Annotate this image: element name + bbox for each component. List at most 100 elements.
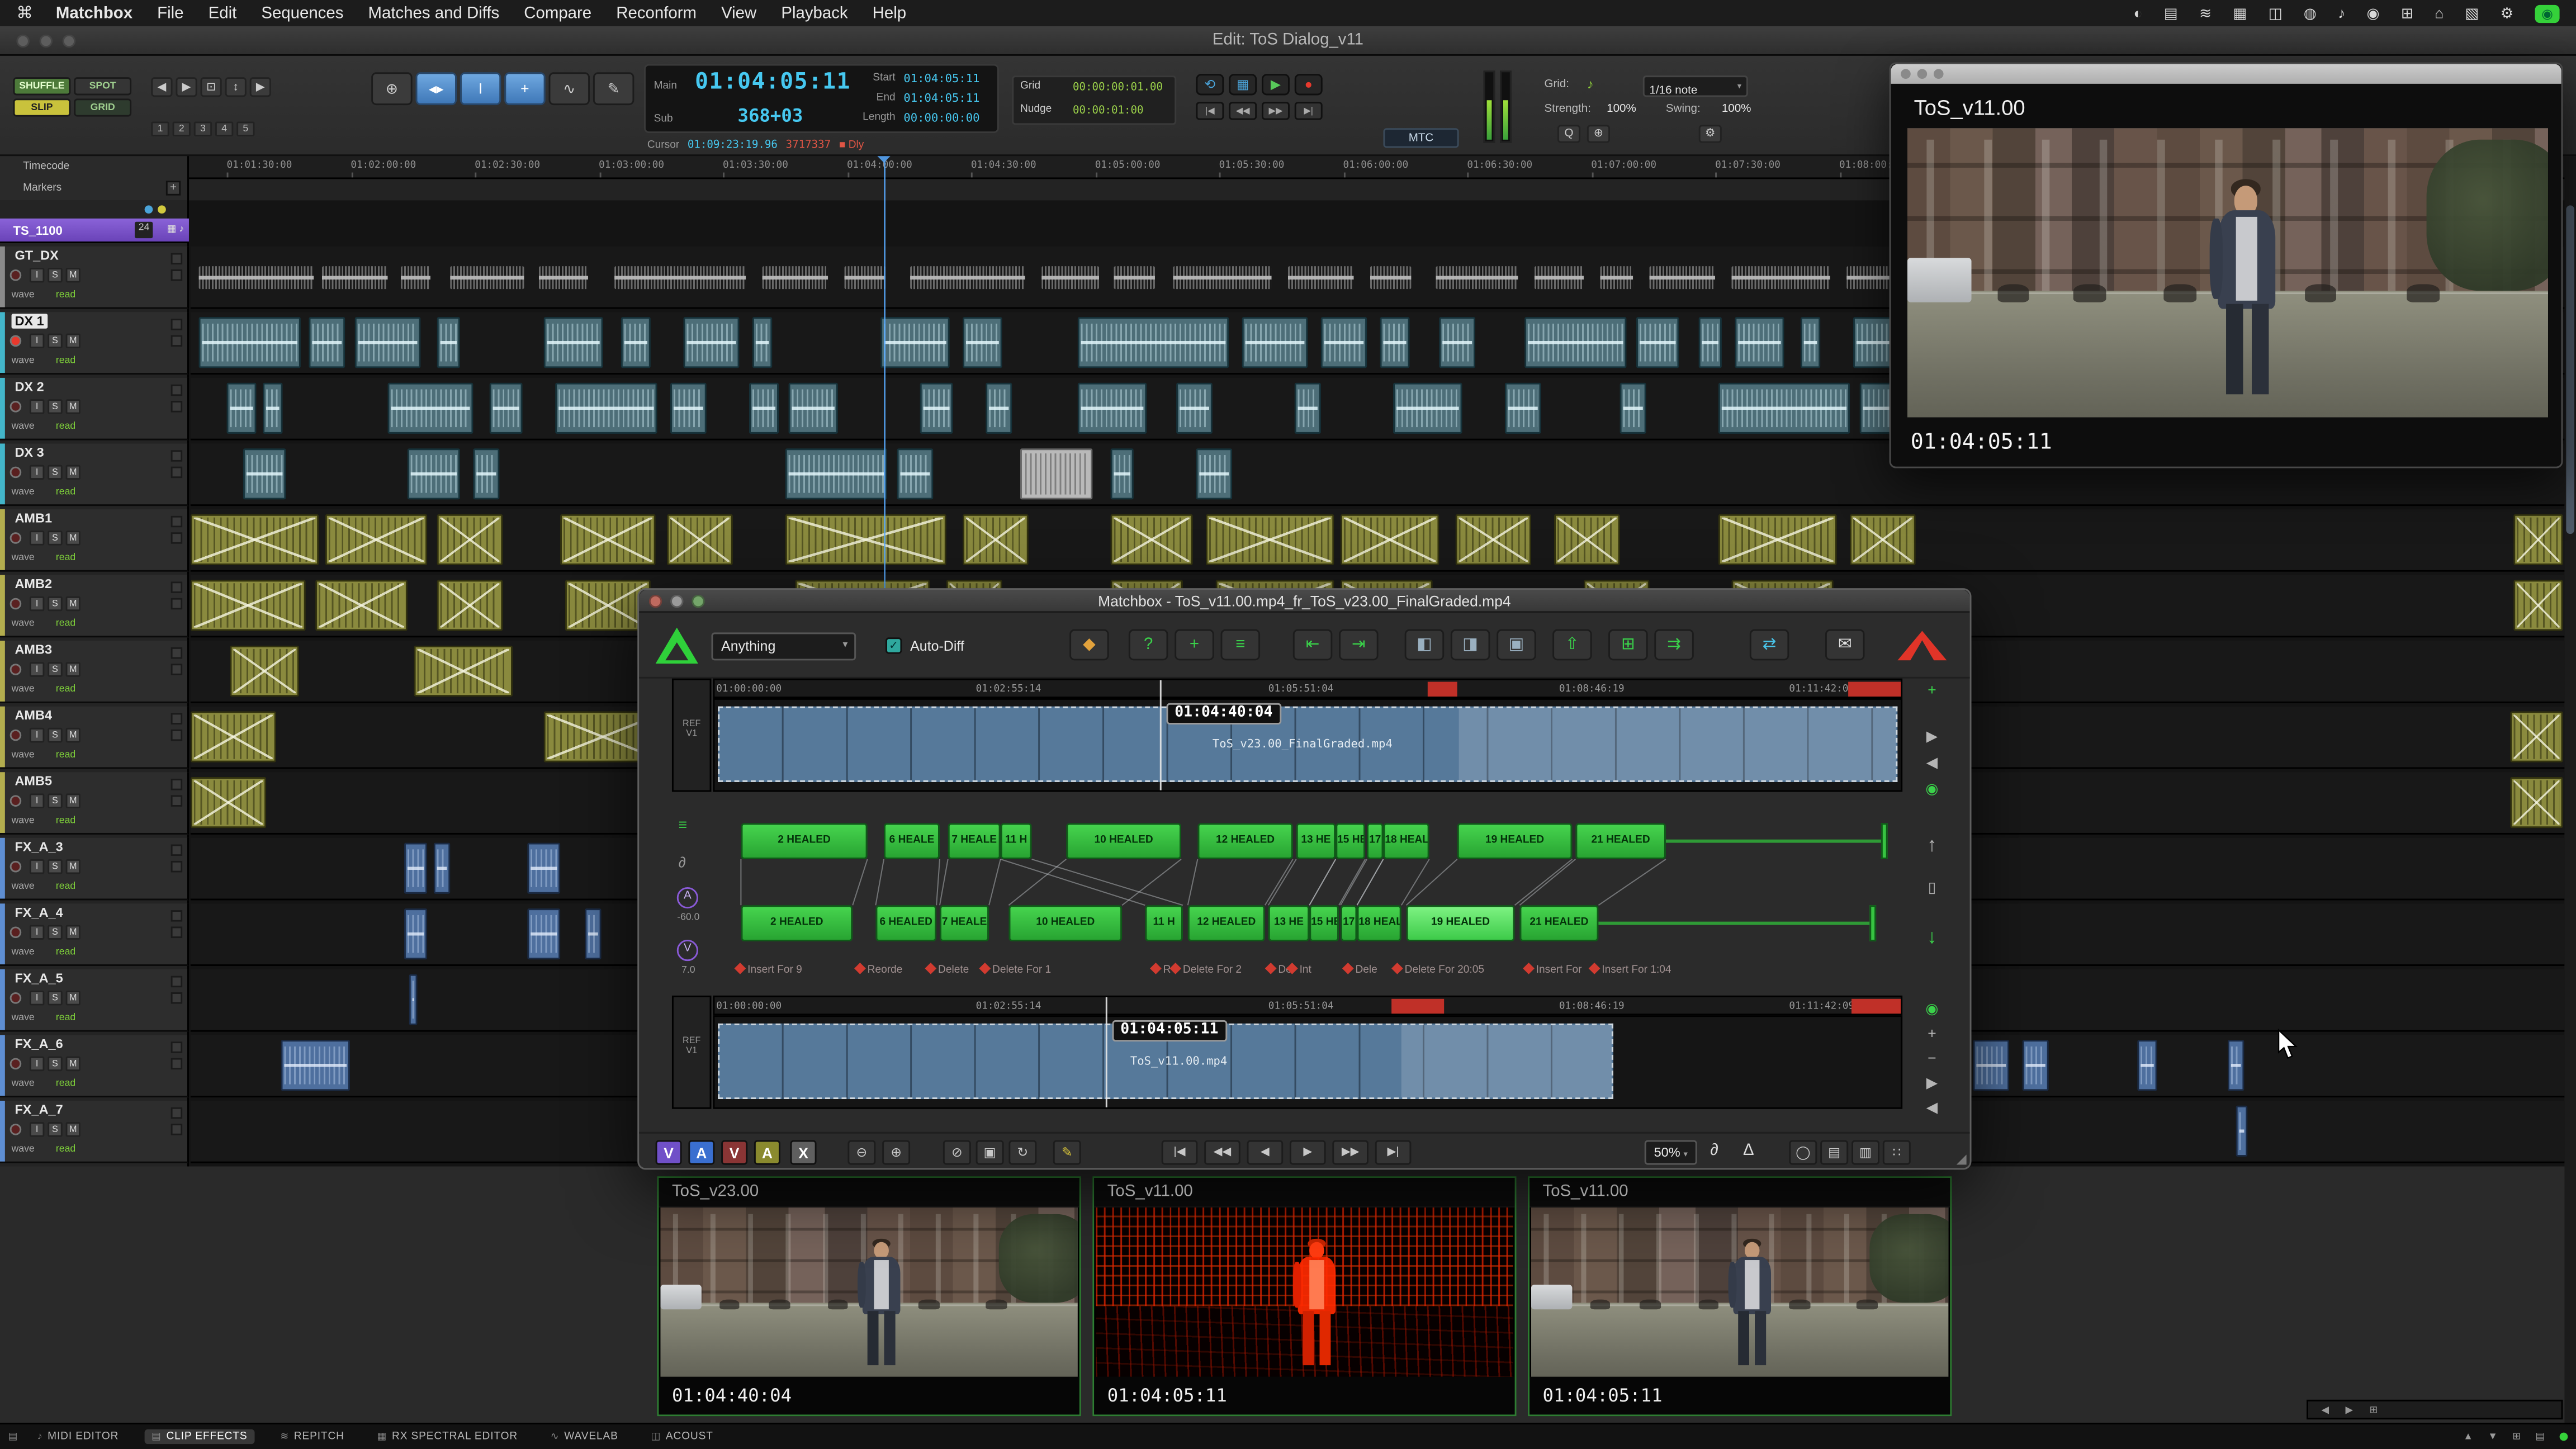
upload-icon[interactable]: ⇧ <box>1552 629 1592 661</box>
audio-clip[interactable] <box>1288 266 1354 289</box>
record-enable-button[interactable] <box>10 335 22 347</box>
menu-file[interactable]: File <box>157 4 183 22</box>
transport-bottom-2[interactable]: ▶▶ <box>1262 102 1290 120</box>
audio-clip[interactable] <box>2137 1040 2157 1091</box>
track-name[interactable]: DX 2 <box>12 380 48 394</box>
record-enable-button[interactable] <box>10 401 22 413</box>
matchbox-timeline-ruler[interactable]: 01:00:00:0001:02:55:1401:05:51:0401:08:4… <box>713 996 1902 1015</box>
track-header-amb5[interactable]: AMB5ISMwaveread <box>0 772 189 835</box>
add-icon[interactable]: + <box>1175 629 1214 661</box>
audio-clip[interactable] <box>1735 317 1784 368</box>
audio-clip[interactable] <box>667 514 733 565</box>
grid-label[interactable]: Grid <box>1020 80 1040 92</box>
m-button[interactable]: M <box>66 991 80 1005</box>
track-mini-btn-2[interactable] <box>171 335 183 347</box>
audio-clip[interactable] <box>1718 514 1837 565</box>
strip2-control-0[interactable]: ◉ <box>1914 1001 1950 1019</box>
m-button[interactable]: M <box>66 334 80 348</box>
toolbar-small-btn-0[interactable]: Q <box>1557 125 1580 143</box>
healed-block[interactable]: 19 HEALED <box>1457 823 1573 859</box>
s-button[interactable]: S <box>48 399 62 414</box>
tabs-corner-icon[interactable]: ▤ <box>8 1431 18 1443</box>
mail-icon[interactable]: ✉ <box>1825 629 1865 661</box>
healed-block[interactable]: 21 HEALED <box>1519 905 1598 941</box>
minimize-button[interactable] <box>670 595 684 608</box>
audio-clip[interactable] <box>614 266 746 289</box>
track-header-dx-2[interactable]: DX 2ISMwaveread <box>0 378 189 441</box>
audio-clip[interactable] <box>1801 317 1820 368</box>
compare-icon[interactable]: ⇄ <box>1750 629 1789 661</box>
mtc-indicator[interactable]: MTC <box>1383 128 1459 148</box>
zoom-icon[interactable] <box>1934 69 1944 79</box>
audio-clip[interactable] <box>1111 448 1134 499</box>
audio-clip[interactable] <box>920 383 953 434</box>
audio-clip[interactable] <box>1620 383 1646 434</box>
menu-sequences[interactable]: Sequences <box>261 4 343 22</box>
audio-clip[interactable] <box>2236 1106 2248 1157</box>
audio-clip[interactable] <box>437 514 503 565</box>
start-value[interactable]: 01:04:05:11 <box>903 72 979 86</box>
track-mini-btn-1[interactable] <box>171 450 183 462</box>
track-mini-btn-2[interactable] <box>171 992 183 1004</box>
audio-clip[interactable] <box>2513 580 2563 631</box>
audio-clip[interactable] <box>1699 317 1722 368</box>
record-enable-button[interactable] <box>10 1124 22 1135</box>
i-button[interactable]: I <box>30 925 44 940</box>
tabs-right-icon-3[interactable]: ▤ <box>2535 1431 2545 1443</box>
audio-clip[interactable] <box>404 843 427 894</box>
mb-transport-4[interactable]: ▶▶ <box>1332 1140 1368 1165</box>
healed-block[interactable]: 12 HEALED <box>1188 905 1265 941</box>
add-marker-button[interactable]: + <box>166 181 181 195</box>
video-badge-icon[interactable]: V <box>677 940 698 961</box>
track-header-amb2[interactable]: AMB2ISMwaveread <box>0 575 189 638</box>
s-button[interactable]: S <box>48 662 62 676</box>
filmstrip-card-1[interactable]: ToS_v11.0001:04:05:11 <box>1092 1176 1516 1416</box>
mode-shuffle[interactable]: SHUFFLE <box>13 77 71 95</box>
s-button[interactable]: S <box>48 531 62 545</box>
scrub-tool[interactable]: ∿ <box>549 72 590 105</box>
m-button[interactable]: M <box>66 399 80 414</box>
record-enable-button[interactable] <box>10 664 22 675</box>
automation-mode-selector[interactable]: read <box>56 553 75 564</box>
audio-badge-icon[interactable]: A <box>677 887 698 908</box>
nudge-label[interactable]: Nudge <box>1020 103 1052 115</box>
track-name[interactable]: DX 1 <box>12 314 48 328</box>
healed-block[interactable]: 15 HE <box>1309 905 1339 941</box>
mode-spot[interactable]: SPOT <box>74 77 131 95</box>
m-button[interactable]: M <box>66 596 80 611</box>
audio-clip[interactable] <box>785 448 887 499</box>
preset-dropdown[interactable]: Anything▾ <box>711 632 856 660</box>
record-enable-button[interactable] <box>10 926 22 938</box>
diff-marker[interactable]: Insert For <box>1524 964 1581 976</box>
mb-transport-2[interactable]: ◀ <box>1247 1140 1284 1165</box>
scrollbar-thumb[interactable] <box>2566 205 2574 534</box>
hscroll-icon-0[interactable]: ◀ <box>2321 1404 2329 1415</box>
status-icon-10[interactable]: ▧ <box>2465 4 2479 22</box>
status-icon-6[interactable]: ♪ <box>2338 5 2345 21</box>
track-mini-btn-2[interactable] <box>171 926 183 938</box>
healed-block[interactable]: 17 <box>1367 823 1383 859</box>
mid-control-1[interactable]: ▯ <box>1914 879 1950 897</box>
audio-clip[interactable] <box>527 843 560 894</box>
timecode-ruler-label[interactable]: Timecode <box>23 161 69 173</box>
audio-clip[interactable] <box>409 974 418 1025</box>
track-view-selector[interactable]: wave <box>12 553 35 564</box>
audio-clip[interactable] <box>1554 514 1620 565</box>
match-list-icon[interactable]: ≡ <box>679 817 687 833</box>
record-enable-button[interactable] <box>10 1058 22 1070</box>
audio-clip[interactable] <box>388 383 473 434</box>
video-window[interactable]: ToS_v11.00 01:04:05:11 <box>1890 63 2563 468</box>
track-mini-btn-1[interactable] <box>171 1107 183 1119</box>
tab-acoust[interactable]: ◫ACOUST <box>645 1429 720 1444</box>
layer-button-4[interactable]: X <box>790 1140 817 1165</box>
zoom-btn-0[interactable]: ◀ <box>151 77 172 97</box>
track-mini-btn-1[interactable] <box>171 385 183 396</box>
healed-block[interactable]: 12 HEALED <box>1197 823 1292 859</box>
audio-clip[interactable] <box>1196 448 1232 499</box>
healed-block[interactable]: 17 <box>1341 905 1357 941</box>
mark-in-icon[interactable]: ⇤ <box>1293 629 1333 661</box>
tabs-right-icon-0[interactable]: ▲ <box>2463 1432 2473 1442</box>
audio-clip[interactable] <box>684 317 740 368</box>
audio-clip[interactable] <box>2510 777 2563 828</box>
diff-marker[interactable]: Int <box>1288 964 1311 976</box>
